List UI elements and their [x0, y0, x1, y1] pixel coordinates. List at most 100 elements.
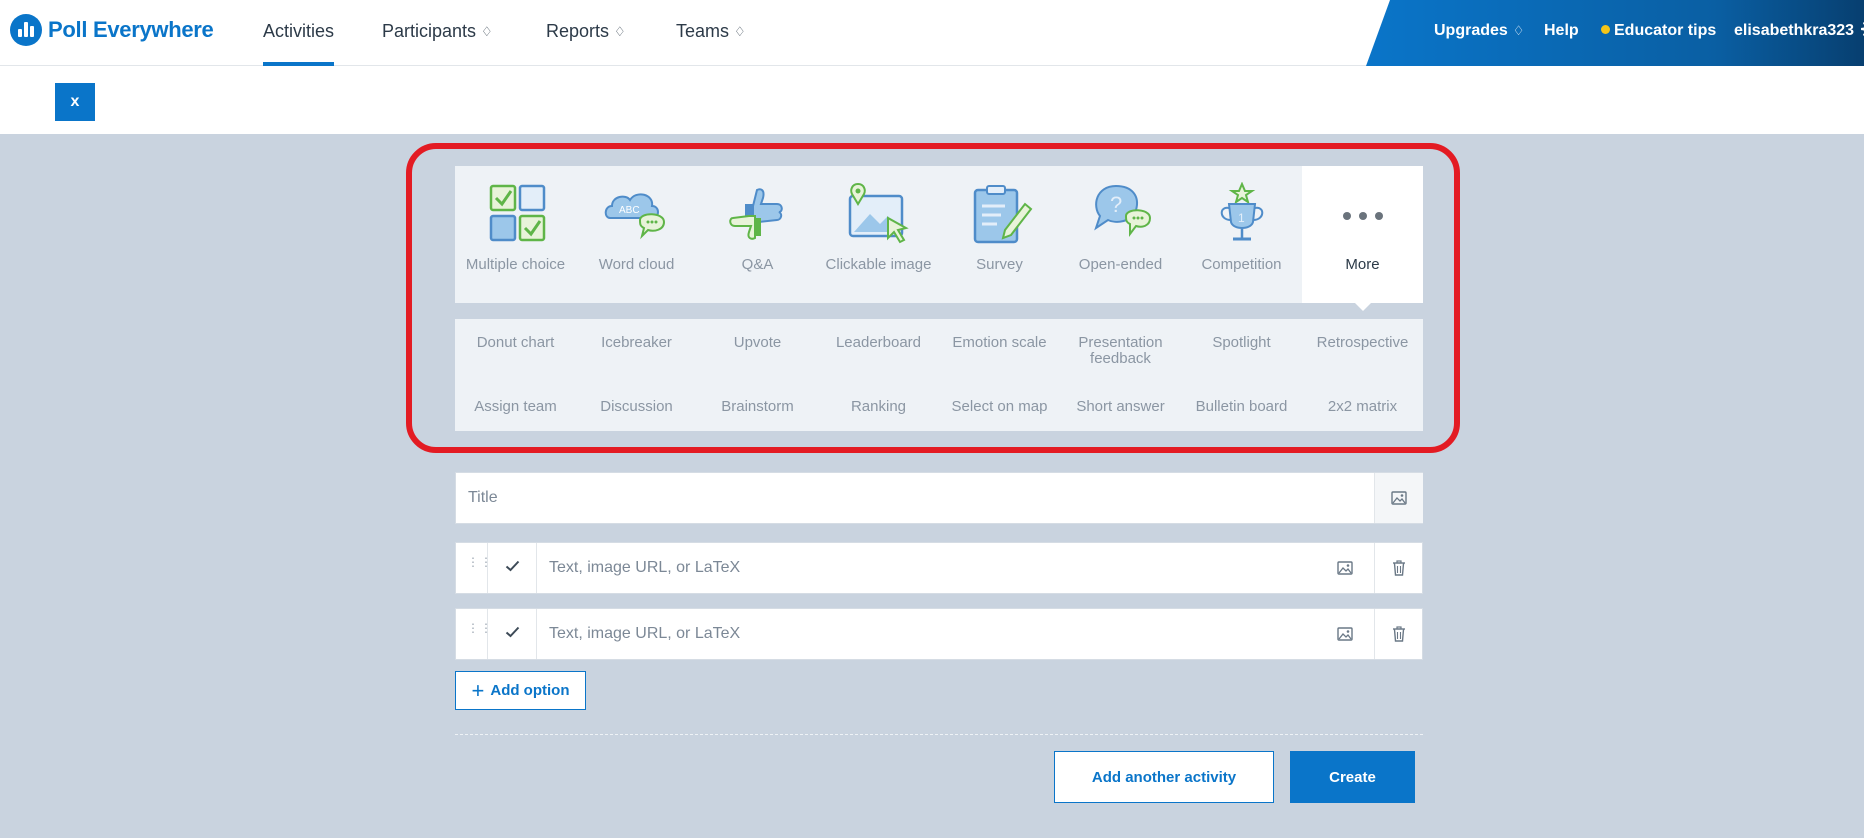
activity-type-label: Q&A	[741, 256, 774, 273]
title-image-button[interactable]	[1374, 473, 1423, 523]
activity-type-word-cloud[interactable]: ABC Word cloud	[576, 166, 697, 303]
activity-type-picker: Multiple choice ABC Word cloud Q&A Click…	[455, 166, 1423, 311]
checkmark-icon	[505, 560, 520, 572]
more-dots-icon	[1343, 212, 1383, 220]
mark-correct-toggle[interactable]	[488, 609, 537, 659]
activity-type-survey[interactable]: Survey	[939, 166, 1060, 303]
open-ended-bubbles-icon: ?	[1094, 184, 1152, 237]
notification-dot-icon	[1601, 25, 1610, 34]
mark-correct-toggle[interactable]	[488, 543, 537, 593]
activity-type-upvote[interactable]: Upvote	[697, 335, 818, 351]
diamond-icon: ♢	[614, 24, 626, 39]
poll-everywhere-logo-icon	[10, 14, 42, 46]
trash-icon	[1393, 626, 1405, 642]
drag-handle[interactable]: ⋮⋮	[456, 609, 492, 659]
gear-icon	[1860, 22, 1864, 36]
activity-type-brainstorm[interactable]: Brainstorm	[697, 399, 818, 415]
tab-teams[interactable]: Teams ♢	[676, 0, 746, 66]
upgrades-label: Upgrades	[1434, 22, 1508, 39]
activity-type-clickable-image[interactable]: Clickable image	[818, 166, 939, 303]
activity-type-retrospective[interactable]: Retrospective	[1302, 335, 1423, 351]
add-another-activity-button[interactable]: Add another activity	[1054, 751, 1274, 803]
create-button[interactable]: Create	[1290, 751, 1415, 803]
svg-text:1: 1	[1238, 211, 1245, 225]
activity-type-short-answer[interactable]: Short answer	[1060, 399, 1181, 415]
editor-toolbar: x	[0, 66, 1864, 134]
diamond-icon: ♢	[481, 24, 493, 39]
close-button[interactable]: x	[55, 83, 95, 121]
activity-type-donut-chart[interactable]: Donut chart	[455, 335, 576, 351]
tab-label: Participants	[382, 21, 477, 41]
title-row	[455, 472, 1423, 524]
trash-icon	[1393, 560, 1405, 576]
clickable-image-icon	[848, 182, 909, 244]
drag-handle[interactable]: ⋮⋮	[456, 543, 493, 593]
delete-option-button[interactable]	[1374, 609, 1423, 659]
option-text-input[interactable]	[538, 609, 1318, 659]
help-label: Help	[1544, 22, 1579, 39]
upgrades-link[interactable]: Upgrades ♢	[1434, 0, 1524, 66]
educator-tips-label: Educator tips	[1614, 22, 1717, 39]
activity-type-label: Survey	[976, 256, 1023, 273]
image-icon	[1337, 627, 1353, 641]
activity-type-open-ended[interactable]: ? Open-ended	[1060, 166, 1181, 303]
checkmark-icon	[505, 626, 520, 638]
trophy-icon: 1	[1220, 182, 1264, 241]
user-menu[interactable]: elisabethkra323	[1734, 0, 1864, 66]
option-image-button[interactable]	[1320, 543, 1370, 593]
svg-text:ABC: ABC	[619, 205, 640, 216]
activity-type-qa[interactable]: Q&A	[697, 166, 818, 303]
tab-label: Teams	[676, 21, 730, 41]
activity-type-presentation-feedback[interactable]: Presentation feedback	[1060, 335, 1181, 367]
tab-activities[interactable]: Activities	[263, 0, 335, 66]
activity-type-ranking[interactable]: Ranking	[818, 399, 939, 415]
tab-reports[interactable]: Reports ♢	[546, 0, 626, 66]
activity-type-leaderboard[interactable]: Leaderboard	[818, 335, 939, 351]
account-bar: Upgrades ♢ Help Educator tips elisabethkr…	[1366, 0, 1864, 66]
activity-type-spotlight[interactable]: Spotlight	[1181, 335, 1302, 351]
tab-participants[interactable]: Participants ♢	[382, 0, 493, 66]
activity-type-2x2-matrix[interactable]: 2x2 matrix	[1302, 399, 1423, 415]
thumbs-up-down-icon	[729, 188, 783, 240]
activity-type-competition[interactable]: 1 Competition	[1181, 166, 1302, 303]
diamond-icon: ♢	[734, 24, 746, 39]
activity-type-discussion[interactable]: Discussion	[576, 399, 697, 415]
activity-type-label: Word cloud	[598, 256, 675, 273]
activity-type-multiple-choice[interactable]: Multiple choice	[455, 166, 576, 303]
activity-type-label: Competition	[1201, 256, 1282, 273]
username: elisabethkra323	[1734, 22, 1855, 39]
plus-icon: +	[471, 677, 485, 703]
image-icon	[1337, 561, 1353, 575]
activity-type-icebreaker[interactable]: Icebreaker	[576, 335, 697, 351]
option-image-button[interactable]	[1320, 609, 1370, 659]
multiple-choice-icon	[489, 184, 546, 242]
delete-option-button[interactable]	[1374, 543, 1423, 593]
help-link[interactable]: Help	[1544, 0, 1579, 66]
svg-text:?: ?	[1110, 192, 1122, 217]
activity-type-bulletin-board[interactable]: Bulletin board	[1181, 399, 1302, 415]
survey-clipboard-icon	[973, 185, 1033, 244]
brand-logo[interactable]: Poll Everywhere	[10, 14, 214, 46]
activity-type-label: Clickable image	[825, 256, 932, 273]
option-text-input[interactable]	[538, 543, 1318, 593]
image-icon	[1391, 491, 1407, 505]
activity-type-label: Multiple choice	[465, 256, 566, 273]
activity-type-assign-team[interactable]: Assign team	[455, 399, 576, 415]
add-option-label: Add option	[490, 682, 570, 699]
response-option: ⋮⋮	[455, 542, 1423, 594]
section-divider	[455, 734, 1423, 735]
activity-type-label: Open-ended	[1078, 256, 1163, 273]
brand-name: Poll Everywhere	[48, 17, 214, 42]
top-navigation: Poll Everywhere Activities Participants ♢…	[0, 0, 1864, 66]
activity-type-label: More	[1345, 256, 1380, 273]
educator-tips-link[interactable]: Educator tips	[1601, 0, 1716, 66]
activity-type-more[interactable]: More	[1302, 166, 1423, 311]
title-input[interactable]	[456, 473, 1374, 523]
response-option: ⋮⋮	[455, 608, 1423, 660]
activity-type-emotion-scale[interactable]: Emotion scale	[939, 335, 1060, 351]
word-cloud-icon: ABC	[604, 193, 666, 240]
activity-type-select-on-map[interactable]: Select on map	[939, 399, 1060, 415]
add-option-button[interactable]: + Add option	[455, 671, 586, 710]
drag-handle-icon: ⋮⋮	[467, 555, 493, 569]
diamond-icon: ♢	[1512, 23, 1525, 38]
